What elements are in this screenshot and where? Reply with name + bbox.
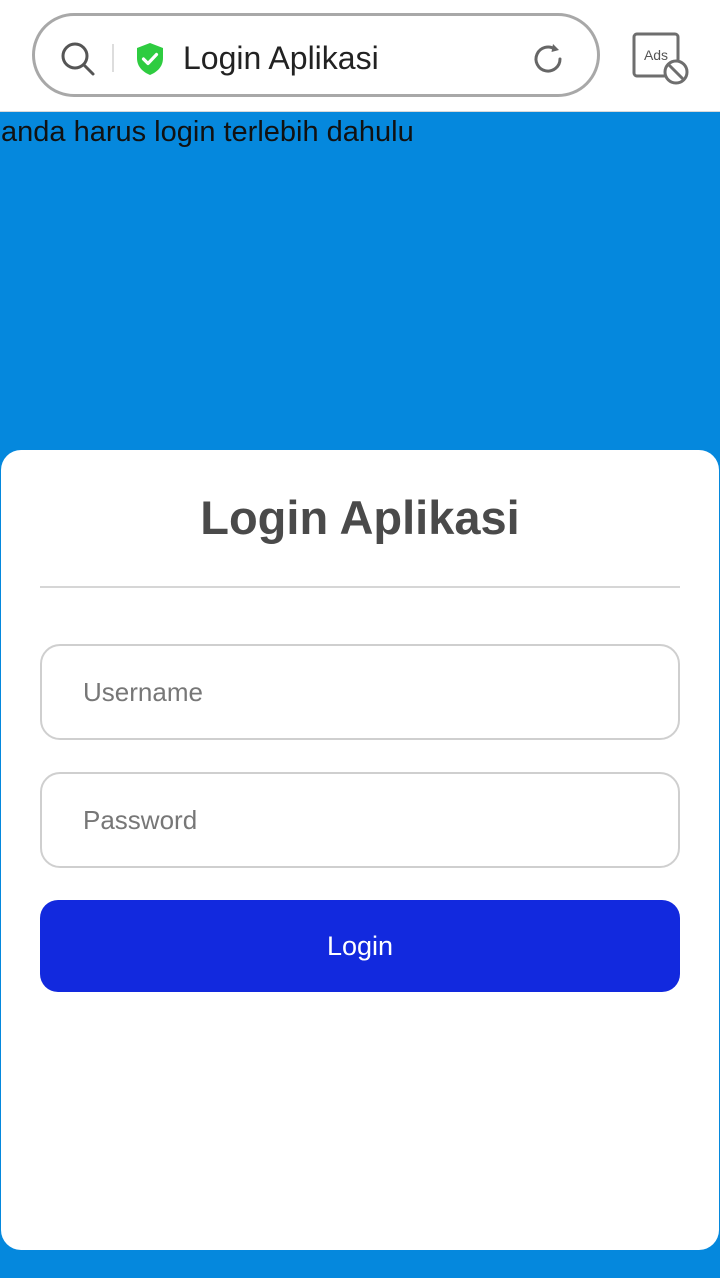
username-input[interactable] [40, 644, 680, 740]
address-divider [112, 44, 114, 72]
password-input[interactable] [40, 772, 680, 868]
title-divider [40, 586, 680, 588]
page-content: anda harus login terlebih dahulu Login A… [0, 112, 720, 1278]
login-required-notice: anda harus login terlebih dahulu [1, 116, 414, 148]
shield-check-icon [137, 43, 163, 75]
address-bar[interactable]: Login Aplikasi [32, 13, 600, 97]
login-button[interactable]: Login [40, 900, 680, 992]
ads-badge-text: Ads [644, 47, 668, 63]
login-card: Login Aplikasi Login [1, 450, 719, 1250]
search-icon[interactable] [59, 40, 97, 78]
browser-toolbar: Login Aplikasi Ads [0, 0, 720, 112]
ads-block-icon[interactable]: Ads [632, 32, 690, 86]
address-text[interactable]: Login Aplikasi [183, 38, 379, 78]
reload-icon[interactable] [529, 40, 567, 78]
login-title: Login Aplikasi [200, 491, 520, 544]
